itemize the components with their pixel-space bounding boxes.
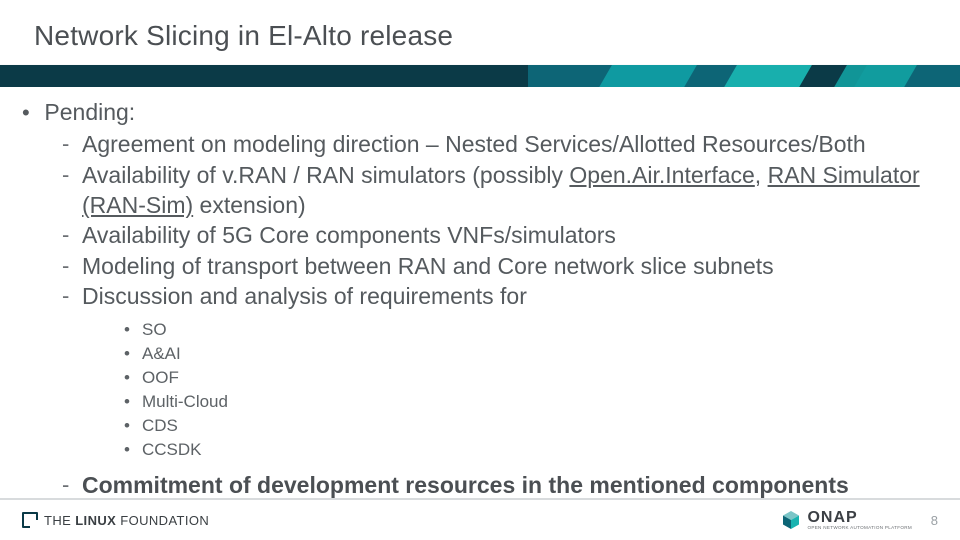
onap-cube-icon [781,510,801,530]
item-text-mid: , [755,162,768,188]
list-item: A&AI [124,342,940,366]
list-item: Commitment of development resources in t… [62,470,940,500]
link-open-air-interface[interactable]: Open.Air.Interface [569,162,754,188]
item-text: Modeling of transport between RAN and Co… [82,253,774,279]
bullet-list-level3: SO A&AI OOF Multi-Cloud CDS CCSDK [124,318,940,463]
item-text: CCSDK [142,440,202,459]
item-text: OOF [142,368,179,387]
slide-header: Network Slicing in El-Alto release [0,0,960,65]
onap-tagline: OPEN NETWORK AUTOMATION PLATFORM [807,526,912,531]
slide-title: Network Slicing in El-Alto release [34,20,453,52]
list-item: Discussion and analysis of requirements … [62,281,940,462]
list-item: CDS [124,414,940,438]
lf-prefix: THE [44,513,71,528]
slide-body: Pending: Agreement on modeling direction… [0,87,960,501]
list-item: Modeling of transport between RAN and Co… [62,251,940,281]
slide: Network Slicing in El-Alto release Pendi… [0,0,960,540]
onap-name-block: ONAP OPEN NETWORK AUTOMATION PLATFORM [807,510,912,531]
lf-suffix: FOUNDATION [120,513,209,528]
bullet-list-level1: Pending: Agreement on modeling direction… [22,97,940,501]
onap-logo: ONAP OPEN NETWORK AUTOMATION PLATFORM [781,510,912,531]
slide-footer: THE LINUX FOUNDATION ONAP OPEN NETWORK A… [0,498,960,540]
list-item: OOF [124,366,940,390]
item-text: SO [142,320,167,339]
item-text: Availability of 5G Core components VNFs/… [82,222,616,248]
linux-foundation-logo: THE LINUX FOUNDATION [22,512,209,528]
onap-name: ONAP [807,510,912,526]
item-text: A&AI [142,344,181,363]
page-number: 8 [926,513,938,528]
item-text: Multi-Cloud [142,392,228,411]
item-text: Discussion and analysis of requirements … [82,283,527,309]
list-item: Agreement on modeling direction – Nested… [62,129,940,159]
list-item: Pending: Agreement on modeling direction… [22,97,940,501]
list-item: Availability of 5G Core components VNFs/… [62,220,940,250]
linux-foundation-icon [22,512,38,528]
footer-right: ONAP OPEN NETWORK AUTOMATION PLATFORM 8 [781,510,938,531]
bullet-list-level2: Agreement on modeling direction – Nested… [62,129,940,500]
pending-label: Pending: [44,99,135,125]
item-text: CDS [142,416,178,435]
lf-bold: LINUX [75,513,116,528]
closing-item-bold: Commitment of development resources in t… [82,472,849,498]
header-accent-band [0,65,960,87]
item-text-suffix: extension) [193,192,306,218]
item-text-prefix: Availability of v.RAN / RAN simulators (… [82,162,569,188]
list-item: Multi-Cloud [124,390,940,414]
list-item: CCSDK [124,438,940,462]
list-item: SO [124,318,940,342]
item-text: Agreement on modeling direction – Nested… [82,131,866,157]
list-item: Availability of v.RAN / RAN simulators (… [62,160,940,221]
linux-foundation-text: THE LINUX FOUNDATION [44,513,209,528]
